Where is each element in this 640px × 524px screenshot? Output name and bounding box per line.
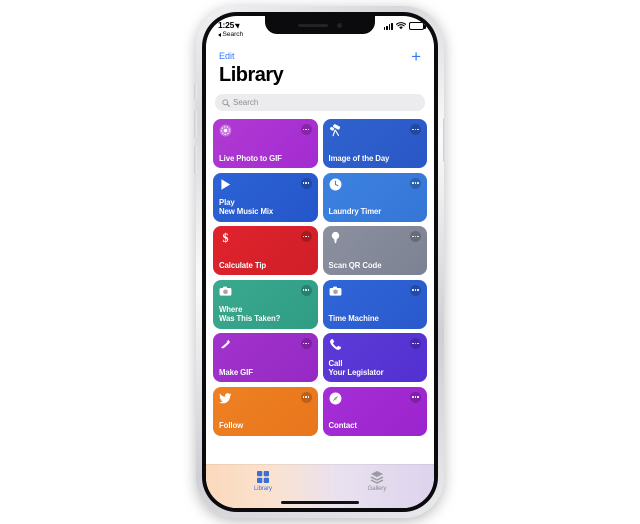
status-time-row: 1:25 [218, 20, 243, 30]
svg-text:$: $ [222, 231, 228, 244]
shortcut-more-button[interactable] [410, 124, 421, 135]
shortcut-tile[interactable]: Where Was This Taken? [213, 279, 318, 329]
shortcut-tile[interactable]: Play New Music Mix [213, 172, 318, 222]
clock-icon [329, 178, 342, 191]
shortcut-tile-label: Image of the Day [328, 153, 390, 163]
camera-icon [219, 285, 232, 298]
search-input[interactable]: Search [215, 94, 425, 111]
dollar-icon: $ [219, 231, 232, 244]
status-bar-right [383, 20, 426, 30]
shortcut-more-button[interactable] [300, 391, 312, 403]
shortcut-tile[interactable]: Live Photo to GIF [213, 119, 318, 168]
twitter-bird-icon [219, 392, 232, 405]
shortcut-tile[interactable]: Call Your Legislator [322, 333, 427, 382]
location-arrow-icon [234, 21, 242, 29]
shortcut-tile-label: Calculate Tip [219, 260, 267, 270]
telescope-icon [329, 124, 342, 137]
volume-down-button[interactable] [194, 146, 197, 174]
tab-label: Library [254, 486, 272, 492]
back-caret-icon [218, 32, 221, 37]
shortcut-tile[interactable]: Time Machine [322, 279, 427, 329]
status-time: 1:25 [218, 20, 235, 30]
shortcut-tile-label: Follow [219, 421, 244, 431]
compass-icon [329, 392, 342, 405]
shortcut-tile[interactable]: Follow [213, 386, 318, 436]
phone-icon [329, 338, 342, 351]
edit-button[interactable]: Edit [219, 51, 235, 61]
back-to-search-link[interactable]: Search [218, 31, 243, 38]
search-icon [222, 94, 230, 112]
shortcut-more-button[interactable] [300, 177, 312, 189]
shortcut-tile-label: Time Machine [328, 314, 379, 324]
shortcut-more-button[interactable] [300, 284, 312, 296]
shortcut-tile-label: Where Was This Taken? [219, 305, 281, 324]
wifi-icon [396, 22, 406, 30]
shortcut-tile-label: Call Your Legislator [328, 358, 384, 377]
page-title: Library [219, 64, 284, 86]
lightbulb-icon [329, 231, 342, 244]
grid-squares-icon [256, 470, 270, 484]
shortcut-tile[interactable]: Make GIF [213, 333, 318, 382]
shortcut-tile-label: Play New Music Mix [219, 198, 274, 217]
shortcut-tile[interactable]: Contact [322, 386, 427, 436]
shortcut-more-button[interactable] [300, 338, 312, 349]
shortcut-tile[interactable]: Image of the Day [322, 119, 427, 168]
live-photo-icon [219, 124, 232, 137]
notch [265, 16, 375, 34]
silent-switch-button[interactable] [194, 84, 197, 100]
magic-wand-icon [219, 338, 232, 351]
cellular-signal-icon [383, 22, 393, 30]
shortcut-more-button[interactable] [410, 338, 421, 349]
back-to-search-label: Search [222, 31, 244, 38]
camera-icon [329, 285, 342, 298]
volume-up-button[interactable] [194, 110, 197, 138]
play-icon [219, 178, 232, 191]
shortcut-more-button[interactable] [410, 391, 421, 403]
shortcut-tile[interactable]: Laundry Timer [322, 172, 427, 222]
shortcut-more-button[interactable] [410, 284, 421, 296]
phone-bezel: 1:25 Search Edit + Library Search Live P… [202, 12, 438, 512]
shortcut-tile-label: Scan QR Code [328, 260, 382, 270]
shortcut-more-button[interactable] [300, 124, 312, 135]
shortcut-more-button[interactable] [410, 177, 421, 189]
shortcut-grid: Live Photo to GIF Image of the Day Play … [206, 116, 434, 508]
layers-stack-icon [370, 470, 384, 484]
shortcut-tile-label: Make GIF [219, 367, 253, 377]
tab-label: Gallery [367, 486, 387, 492]
front-camera-icon [337, 22, 342, 28]
shortcut-more-button[interactable] [410, 231, 421, 242]
home-indicator[interactable] [281, 501, 359, 504]
search-placeholder: Search [233, 98, 259, 107]
shortcut-tile[interactable]: Scan QR Code [322, 226, 427, 275]
shortcut-tile-label: Live Photo to GIF [219, 153, 282, 163]
phone-frame: 1:25 Search Edit + Library Search Live P… [194, 6, 446, 518]
status-bar-left: 1:25 Search [218, 20, 243, 38]
phone-screen: 1:25 Search Edit + Library Search Live P… [206, 16, 434, 508]
shortcut-tile[interactable]: $ Calculate Tip [213, 226, 318, 275]
power-button[interactable] [443, 118, 446, 162]
shortcut-more-button[interactable] [300, 231, 312, 242]
battery-icon [409, 22, 426, 30]
shortcut-tile-label: Laundry Timer [328, 207, 382, 217]
shortcut-tile-label: Contact [328, 421, 357, 431]
speaker-grille-icon [298, 23, 328, 27]
add-shortcut-button[interactable]: + [411, 48, 421, 65]
